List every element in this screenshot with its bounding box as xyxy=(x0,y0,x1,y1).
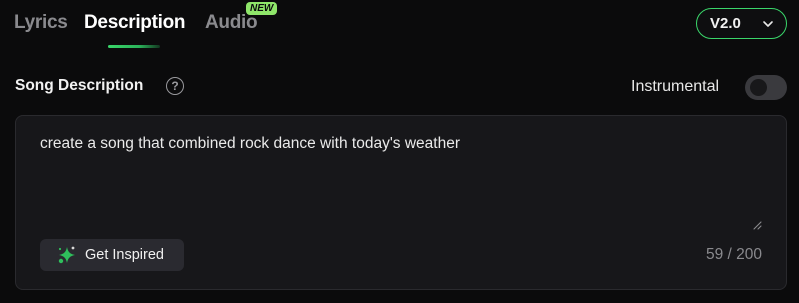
section-title: Song Description xyxy=(15,77,144,94)
version-select[interactable]: V2.0 xyxy=(696,8,787,39)
toggle-knob xyxy=(750,79,767,96)
active-tab-indicator xyxy=(108,45,160,48)
tab-lyrics[interactable]: Lyrics xyxy=(14,12,68,34)
help-icon[interactable]: ? xyxy=(166,77,184,95)
tab-audio[interactable]: Audio xyxy=(205,12,258,34)
sparkle-icon xyxy=(56,244,78,266)
resize-handle-icon[interactable] xyxy=(753,217,762,230)
description-textarea[interactable]: create a song that combined rock dance w… xyxy=(40,135,460,153)
tab-description[interactable]: Description xyxy=(84,12,186,34)
get-inspired-label: Get Inspired xyxy=(85,247,164,263)
char-counter: 59 / 200 xyxy=(705,246,762,263)
new-badge: NEW xyxy=(246,2,278,15)
get-inspired-button[interactable]: Get Inspired xyxy=(40,239,184,271)
instrumental-toggle[interactable] xyxy=(745,75,787,100)
chevron-down-icon xyxy=(762,18,774,30)
version-label: V2.0 xyxy=(710,15,741,32)
instrumental-label: Instrumental xyxy=(631,78,720,95)
description-panel: create a song that combined rock dance w… xyxy=(15,115,787,290)
